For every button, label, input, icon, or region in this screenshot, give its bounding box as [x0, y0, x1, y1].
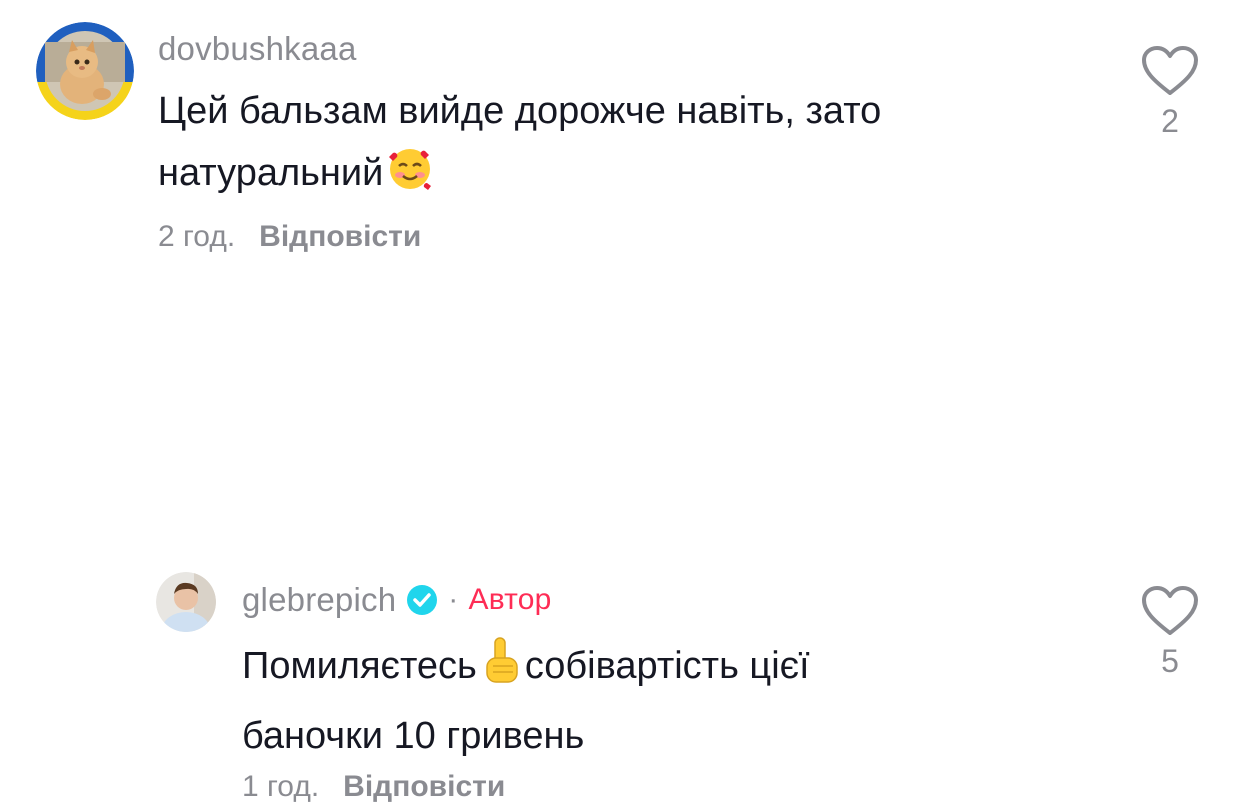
reply-button[interactable]: Відповісти — [259, 220, 421, 253]
like-button[interactable]: 5 — [1135, 585, 1205, 680]
comment-text: Помиляєтесь собівартість цієї баночки 10… — [242, 635, 1042, 767]
reply-button[interactable]: Відповісти — [343, 770, 505, 803]
verified-badge-icon — [406, 584, 438, 616]
avatar[interactable] — [156, 572, 216, 632]
comment-meta: 2 год. Відповісти — [158, 220, 421, 254]
comment-time: 2 год. — [158, 220, 236, 253]
heart-outline-icon[interactable] — [1135, 585, 1205, 637]
separator: · — [448, 583, 459, 616]
heart-outline-icon[interactable] — [1135, 45, 1205, 97]
like-button[interactable]: 2 — [1135, 45, 1205, 140]
comment-text: Цей бальзам вийде дорожче навіть, зато н… — [158, 80, 1058, 212]
avatar[interactable] — [36, 22, 134, 120]
like-count: 5 — [1161, 643, 1179, 679]
smiling-face-with-hearts-icon — [385, 143, 435, 212]
comment-time: 1 год. — [242, 770, 320, 803]
reply-comment-item: glebrepich · Автор Помиляєтесь собіварті… — [0, 275, 1242, 803]
comment-item: dovbushkaaa Цей бальзам вийде дорожче на… — [0, 0, 1242, 275]
username-text[interactable]: glebrepich — [242, 581, 396, 619]
index-pointing-up-icon — [479, 636, 523, 705]
comment-text-line: собівартість цієї — [524, 645, 810, 687]
comment-text-line: Помиляєтесь — [242, 645, 477, 687]
comment-text-line: натуральний — [158, 152, 384, 194]
comment-username[interactable]: dovbushkaaa — [158, 30, 357, 68]
comment-text-line: баночки 10 гривень — [242, 715, 585, 757]
comment-meta: 1 год. Відповісти — [242, 770, 505, 804]
author-badge: Автор — [468, 583, 552, 616]
comment-username: glebrepich · Автор — [242, 581, 552, 619]
comment-text-line: Цей бальзам вийде дорожче навіть, зато — [158, 90, 882, 132]
like-count: 2 — [1161, 103, 1179, 139]
